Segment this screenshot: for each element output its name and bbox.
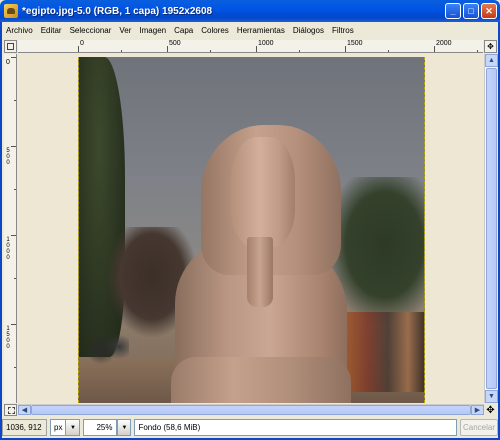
menu-capa[interactable]: Capa	[170, 26, 197, 35]
ruler-label: 500	[5, 148, 11, 166]
ruler-tick	[11, 235, 16, 236]
image-sphinx-face	[231, 137, 295, 247]
ruler-tick	[345, 46, 346, 52]
menu-filtros[interactable]: Filtros	[328, 26, 358, 35]
horizontal-scroll-thumb[interactable]	[31, 405, 471, 415]
ruler-tick	[14, 278, 16, 279]
title-bar[interactable]: *egipto.jpg-5.0 (RGB, 1 capa) 1952x2608 …	[0, 0, 500, 22]
ruler-label: 1500	[347, 40, 363, 47]
ruler-tick	[299, 50, 300, 52]
horizontal-ruler[interactable]: 0 500 1000 1500 2000	[18, 40, 483, 53]
vertical-scrollbar[interactable]: ▲ ▼	[484, 54, 498, 403]
image-sphinx-paws	[171, 357, 351, 403]
maximize-button[interactable]: □	[463, 3, 479, 19]
ruler-tick	[210, 50, 211, 52]
unit-value: px	[54, 423, 63, 432]
chevron-down-icon[interactable]: ▼	[65, 420, 80, 435]
ruler-tick	[256, 46, 257, 52]
menu-dialogos[interactable]: Diálogos	[289, 26, 328, 35]
ruler-tick	[121, 50, 122, 52]
minimize-button[interactable]: _	[445, 3, 461, 19]
move-icon[interactable]: ✥	[484, 404, 497, 416]
image-menu-button[interactable]	[4, 40, 17, 53]
close-button[interactable]: ✕	[481, 3, 497, 19]
menu-ver[interactable]: Ver	[115, 26, 135, 35]
window-controls: _ □ ✕	[445, 3, 497, 19]
navigate-icon[interactable]: ✥	[484, 40, 497, 53]
ruler-tick	[388, 50, 389, 52]
ruler-tick	[14, 367, 16, 368]
ruler-tick	[477, 50, 478, 52]
scroll-left-icon[interactable]: ◀	[18, 405, 31, 415]
menu-herramientas[interactable]: Herramientas	[233, 26, 289, 35]
quickmask-icon[interactable]	[4, 404, 17, 416]
canvas-area[interactable]	[18, 54, 484, 403]
vertical-scroll-thumb[interactable]	[486, 68, 497, 389]
image-sphinx-beard	[247, 237, 273, 307]
chevron-down-icon[interactable]: ▼	[117, 419, 132, 436]
unit-dropdown[interactable]: px ▼	[50, 419, 81, 436]
ruler-label: 1000	[5, 237, 11, 261]
status-message: Fondo (58,6 MiB)	[134, 419, 457, 436]
ruler-tick	[11, 146, 16, 147]
ruler-label: 1500	[5, 326, 11, 350]
window-title: *egipto.jpg-5.0 (RGB, 1 capa) 1952x2608	[22, 5, 213, 17]
zoom-dropdown[interactable]: 25% ▼	[83, 419, 132, 436]
pointer-coordinates: 1036, 912	[2, 419, 47, 436]
menu-imagen[interactable]: Imagen	[135, 26, 170, 35]
menu-colores[interactable]: Colores	[197, 26, 233, 35]
ruler-label: 500	[169, 40, 181, 47]
image-people	[89, 322, 129, 367]
gimp-app-icon[interactable]	[4, 4, 18, 18]
status-bar: 1036, 912 px ▼ 25% ▼ Fondo (58,6 MiB) Ca…	[2, 417, 498, 438]
ruler-label: 0	[6, 59, 10, 66]
horizontal-scrollbar[interactable]: ◀ ▶	[18, 404, 484, 415]
menu-editar[interactable]: Editar	[37, 26, 66, 35]
ruler-tick	[11, 324, 16, 325]
vertical-ruler[interactable]: 0 500 1000 1500	[4, 54, 17, 403]
ruler-tick	[14, 100, 16, 101]
ruler-tick	[434, 46, 435, 52]
cancel-button[interactable]: Cancelar	[460, 419, 498, 436]
menu-seleccionar[interactable]: Seleccionar	[66, 26, 116, 35]
zoom-input[interactable]: 25%	[83, 419, 118, 436]
ruler-label: 1000	[258, 40, 274, 47]
scroll-right-icon[interactable]: ▶	[471, 405, 484, 415]
ruler-tick	[167, 46, 168, 52]
menu-bar: Archivo Editar Seleccionar Ver Imagen Ca…	[2, 22, 498, 38]
ruler-tick	[11, 57, 16, 58]
scroll-up-icon[interactable]: ▲	[485, 54, 498, 67]
ruler-tick	[78, 46, 79, 52]
ruler-label: 2000	[436, 40, 452, 47]
image-canvas[interactable]	[78, 57, 425, 403]
scroll-down-icon[interactable]: ▼	[485, 390, 498, 403]
ruler-label: 0	[80, 40, 84, 47]
menu-archivo[interactable]: Archivo	[2, 26, 37, 35]
ruler-tick	[14, 189, 16, 190]
image-market-stalls	[344, 312, 424, 392]
